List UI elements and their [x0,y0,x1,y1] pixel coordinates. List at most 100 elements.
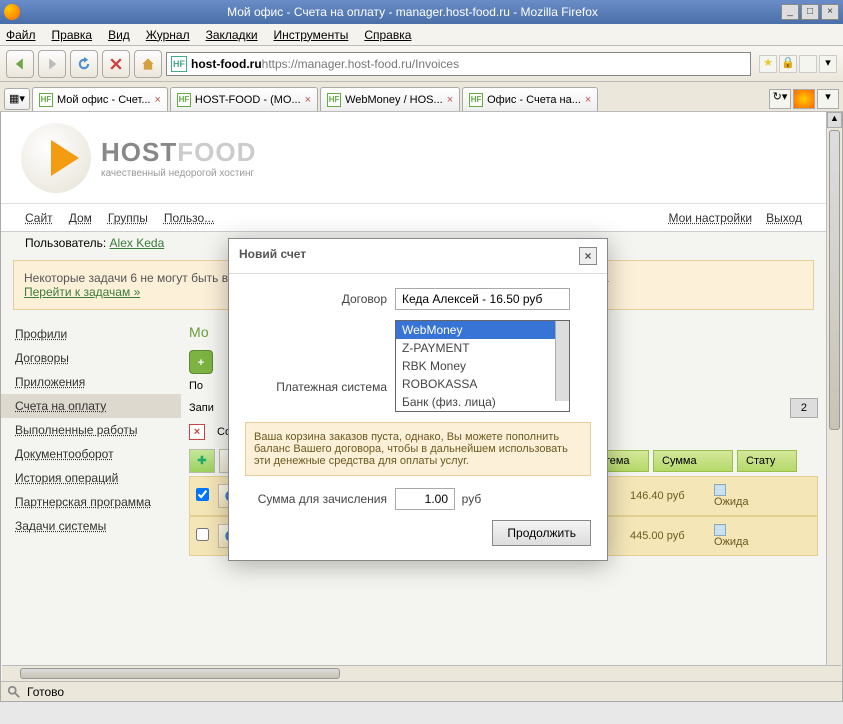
sidebar-item[interactable]: Счета на оплату [1,394,181,418]
continue-button[interactable]: Продолжить [492,520,591,546]
back-button[interactable] [6,50,34,78]
stop-button[interactable] [102,50,130,78]
menu-bookmarks[interactable]: Закладки [206,28,258,42]
tab-close-icon[interactable]: × [447,94,453,106]
arrow-icon [51,140,79,176]
col-sum[interactable]: Сумма [653,450,733,472]
browser-tab-1[interactable]: HF Мой офис - Счет... × [32,87,168,111]
cell-status: Ожида [708,520,768,552]
nav-users[interactable]: Пользо... [164,211,214,225]
tab-favicon: HF [177,93,191,107]
paysystem-option[interactable]: RBK Money [396,357,569,375]
url-host: host-food.ru [191,57,262,71]
amount-input[interactable] [395,488,455,510]
nav-settings[interactable]: Мои настройки [668,211,752,225]
home-button[interactable] [134,50,162,78]
paysystem-option[interactable]: ROBOKASSA [396,375,569,393]
brand-tagline: качественный недорогой хостинг [101,168,256,179]
grid-add-button[interactable]: ✚ [189,449,215,473]
window-title: Мой офис - Счета на оплату - manager.hos… [44,5,781,19]
site-header: HOSTFOOD качественный недорогой хостинг [1,112,826,204]
menu-file[interactable]: Файл [6,28,36,42]
nav-logout[interactable]: Выход [766,211,802,225]
sidebar-item[interactable]: Документооборот [1,442,181,466]
tab-label: Офис - Счета на... [487,94,581,106]
search-icon [7,685,21,699]
firefox-icon [4,4,20,20]
select-scrollbar[interactable] [555,321,569,401]
tab-label: HOST-FOOD - (MO... [195,94,301,106]
tab-favicon: HF [39,93,53,107]
nav-home[interactable]: Дом [69,211,92,225]
sidebar-item[interactable]: Приложения [1,370,181,394]
close-window-button[interactable]: × [821,4,839,20]
tab-favicon: HF [327,93,341,107]
menu-history[interactable]: Журнал [146,28,190,42]
row-checkbox[interactable] [190,528,214,544]
address-bar[interactable]: HF host-food.ru https://manager.host-foo… [166,52,751,76]
paysystem-option[interactable]: Банк (физ. лица) [396,393,569,411]
plate-logo [21,123,91,193]
user-link[interactable]: Alex Keda [110,236,165,250]
scroll-up-button[interactable]: ▲ [827,112,842,128]
nav-groups[interactable]: Группы [108,211,148,225]
clear-icon[interactable]: × [189,424,205,440]
paysystem-option[interactable]: Z-PAYMENT [396,339,569,357]
tab-close-icon[interactable]: × [305,94,311,106]
warning-link[interactable]: Перейти к задачам » [24,285,140,299]
settings-icon[interactable] [799,55,817,73]
left-sidebar: ПрофилиДоговорыПриложенияСчета на оплату… [1,316,181,560]
menu-tools[interactable]: Инструменты [274,28,349,42]
sidebar-item[interactable]: Выполненные работы [1,418,181,442]
minimize-button[interactable]: _ [781,4,799,20]
scroll-thumb[interactable] [829,130,840,430]
status-text: Готово [27,685,64,699]
menu-edit[interactable]: Правка [52,28,93,42]
menu-view[interactable]: Вид [108,28,130,42]
empty-cart-notice: Ваша корзина заказов пуста, однако, Вы м… [245,422,591,476]
row-checkbox[interactable] [190,488,214,504]
dialog-titlebar[interactable]: Новий счет × [229,239,607,274]
h-scroll-thumb[interactable] [20,668,340,679]
maximize-button[interactable]: □ [801,4,819,20]
browser-tab-2[interactable]: HF HOST-FOOD - (MO... × [170,87,318,111]
sidebar-item[interactable]: Партнерская программа [1,490,181,514]
menu-help[interactable]: Справка [364,28,411,42]
browser-tab-4[interactable]: HF Офис - Счета на... × [462,87,598,111]
tab-close-icon[interactable]: × [585,94,591,106]
add-button[interactable]: + [189,350,213,374]
dialog-close-button[interactable]: × [579,247,597,265]
favorite-icon[interactable]: ★ [759,55,777,73]
site-top-nav: Сайт Дом Группы Пользо... Мои настройки … [1,204,826,232]
col-status[interactable]: Стату [737,450,797,472]
tab-label: Мой офис - Счет... [57,94,150,106]
horizontal-scrollbar[interactable] [2,665,841,681]
status-bar: Готово [1,681,842,701]
sidebar-item[interactable]: Задачи системы [1,514,181,538]
window-titlebar: Мой офис - Счета на оплату - manager.hos… [0,0,843,24]
url-path: https://manager.host-food.ru/Invoices [262,57,459,71]
dropdown-icon[interactable]: ▾ [819,55,837,73]
sidebar-item[interactable]: Профили [1,322,181,346]
amount-label: Сумма для зачисления [245,488,395,506]
vertical-scrollbar[interactable]: ▲ ▼ [826,112,842,701]
contract-input[interactable] [395,288,570,310]
tab-close-icon[interactable]: × [154,94,160,106]
forward-button[interactable] [38,50,66,78]
nav-toolbar: HF host-food.ru https://manager.host-foo… [0,46,843,82]
nav-site[interactable]: Сайт [25,211,53,225]
tab-label: WebMoney / HOS... [345,94,443,106]
paysystem-option[interactable]: WebMoney [396,321,569,339]
browser-tab-strip: ▦▾ HF Мой офис - Счет... × HF HOST-FOOD … [0,82,843,112]
browser-tab-3[interactable]: HF WebMoney / HOS... × [320,87,460,111]
paysystem-select[interactable]: WebMoneyZ-PAYMENTRBK MoneyROBOKASSAБанк … [395,320,570,412]
page-2-button[interactable]: 2 [790,398,818,418]
sidebar-item[interactable]: История операций [1,466,181,490]
reload-tab-button[interactable]: ↻▾ [769,89,791,109]
sidebar-item[interactable]: Договоры [1,346,181,370]
reload-button[interactable] [70,50,98,78]
extension-button[interactable] [793,89,815,109]
new-tab-button[interactable]: ▾ [817,89,839,109]
contract-label: Договор [245,288,395,306]
tab-list-button[interactable]: ▦▾ [4,88,30,110]
